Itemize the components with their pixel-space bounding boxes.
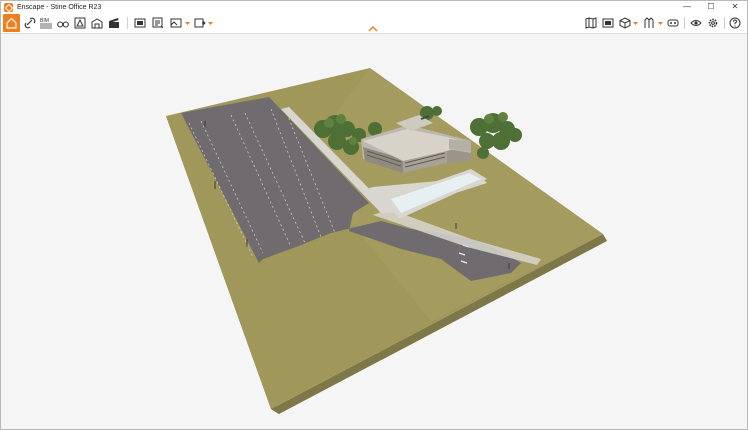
settings-button[interactable] [706,16,720,30]
chevron-down-icon[interactable] [633,21,638,26]
bim-button[interactable]: BIM [39,16,53,30]
link-button[interactable] [23,16,37,30]
tree-cluster [470,113,522,159]
export-panorama-button[interactable] [193,16,207,30]
panorama-gallery-button[interactable] [601,16,615,30]
minimize-button[interactable]: — [675,1,699,13]
link-icon [24,17,36,29]
asset-library-icon [644,17,654,28]
chevron-down-icon[interactable] [658,21,663,26]
window-controls: — ☐ ✕ [675,1,747,13]
toolbar-separator [684,17,685,29]
building-icon [91,18,103,29]
bim-icon: BIM [40,18,52,29]
export-panorama-icon [194,18,206,28]
chevron-down-icon[interactable] [208,21,213,26]
atmosphere-icon [74,17,86,29]
binoculars-button[interactable] [56,16,70,30]
chevron-down-icon[interactable] [185,21,190,26]
batch-render-button[interactable] [151,16,165,30]
maximize-button[interactable]: ☐ [699,1,723,13]
visibility-button[interactable] [689,16,703,30]
toolbar-separator [724,17,725,29]
view-cube-button[interactable] [618,16,632,30]
map-button[interactable] [584,16,598,30]
visibility-eye-icon [690,20,702,26]
asset-library-button[interactable] [642,16,656,30]
help-button[interactable] [728,16,742,30]
home-icon [6,17,17,29]
title-bar: Enscape - Stine Office R23 — ☐ ✕ [1,1,747,13]
window-title: Enscape - Stine Office R23 [17,3,102,11]
home-button[interactable] [3,14,20,32]
vr-headset-icon [667,19,679,27]
screenshot-button[interactable] [133,16,147,30]
collapse-toolbar-chevron-icon[interactable] [368,26,378,32]
vr-headset-button[interactable] [666,16,680,30]
site-scene [166,68,607,414]
view-cube-icon [619,17,631,29]
toolbar-separator [127,17,128,29]
3d-viewport[interactable] [1,34,747,429]
video-editor-button[interactable] [107,16,121,30]
close-button[interactable]: ✕ [723,1,747,13]
enscape-logo-icon [4,2,13,12]
export-image-button[interactable] [169,16,183,30]
export-image-icon [170,18,182,28]
atmosphere-button[interactable] [73,16,87,30]
panorama-gallery-icon [602,18,614,28]
binoculars-icon [57,21,69,28]
building-button[interactable] [90,16,104,30]
bim-label: BIM [40,18,49,24]
map-icon [585,17,597,29]
screenshot-icon [134,18,146,28]
help-icon [729,17,741,29]
clapperboard-icon [109,18,119,28]
app-window: Enscape - Stine Office R23 — ☐ ✕ BIM [0,0,748,430]
settings-gear-icon [708,18,718,28]
batch-render-icon [152,17,164,29]
